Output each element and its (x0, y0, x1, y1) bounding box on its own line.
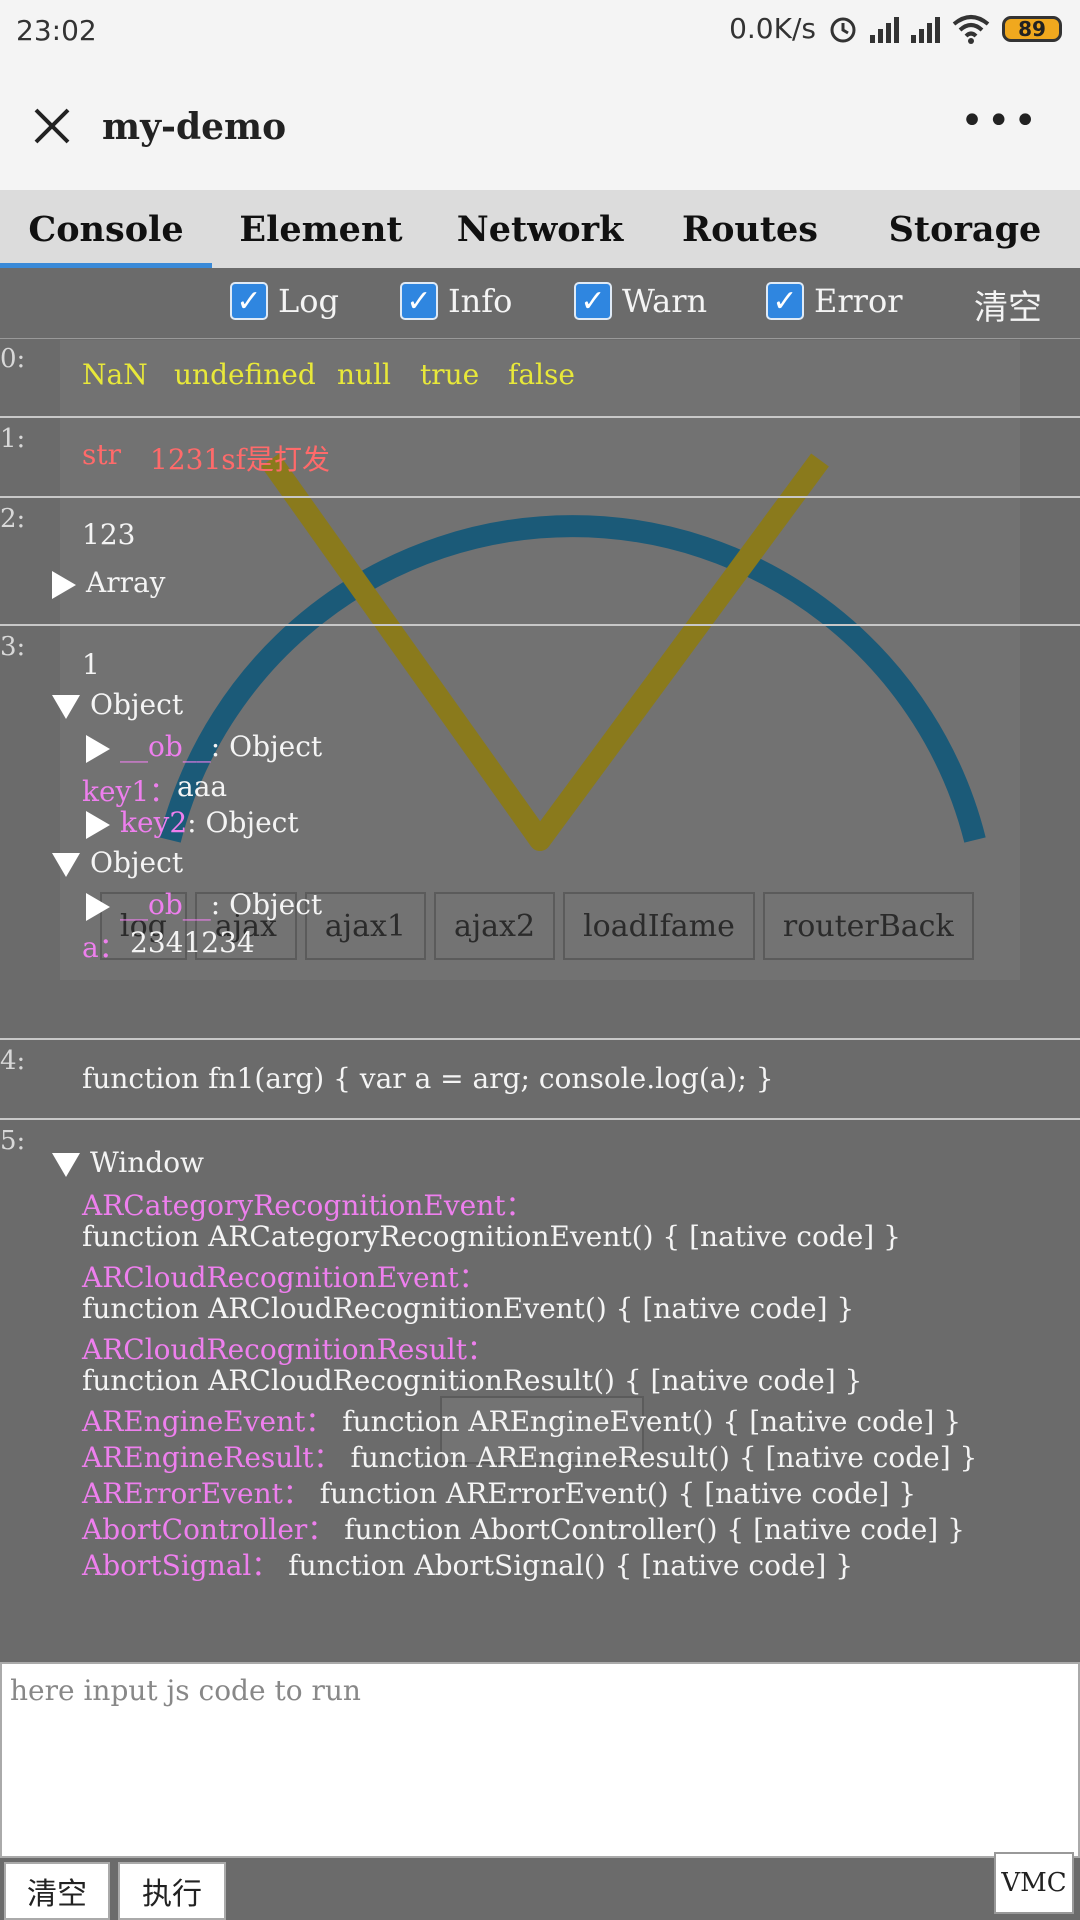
key1-label: key1： (82, 775, 178, 808)
tree-node-ob[interactable]: __ob__: Object (86, 730, 322, 763)
entry-index: 3: (0, 632, 26, 662)
js-code-input[interactable] (0, 1662, 1080, 1858)
object-label: Object (90, 688, 184, 721)
entry-index: 5: (0, 1126, 26, 1156)
value-number: 1 (82, 648, 100, 681)
property-key: ARCloudRecognitionResult： (82, 1333, 495, 1366)
window-label: Window (90, 1146, 205, 1179)
tree-node-window[interactable]: Window (52, 1146, 204, 1179)
value-null: null (337, 358, 391, 391)
property-key: ARErrorEvent： (82, 1477, 311, 1510)
value-number: 123 (82, 518, 136, 551)
entry-index: 2: (0, 504, 26, 534)
property-key: AbortController： (82, 1513, 336, 1546)
tree-node-array[interactable]: Array (52, 566, 166, 599)
console-entry: 1: str 1231sf是打发 (0, 416, 1080, 496)
property-row: AbortSignal： function AbortSignal() { [n… (82, 1544, 853, 1584)
console-entry: 3: 1 Object __ob__: Object key1： aaa key… (0, 624, 1080, 1038)
tree-node-object[interactable]: Object (52, 846, 183, 879)
tree-node-key2[interactable]: key2: Object (86, 806, 299, 839)
tree-node-object[interactable]: Object (52, 688, 183, 721)
property-value: function AbortController() { [native cod… (344, 1513, 965, 1546)
property-key: ARCloudRecognitionEvent： (82, 1261, 487, 1294)
value-string-label: str (82, 438, 122, 471)
console-entry: 5: Window ARCategoryRecognitionEvent： fu… (0, 1118, 1080, 1662)
value-true: true (420, 358, 480, 391)
ob-value: : Object (210, 730, 323, 763)
property-row: ARErrorEvent： function ARErrorEvent() { … (82, 1472, 916, 1512)
entry-index: 4: (0, 1046, 26, 1076)
property-value: function ARCategoryRecognitionEvent() { … (82, 1220, 901, 1253)
collapse-arrow-icon[interactable] (52, 1152, 80, 1177)
property-row: AREngineEvent： function AREngineEvent() … (82, 1400, 961, 1440)
key2-label: key2 (120, 806, 188, 839)
key1-value: aaa (177, 770, 228, 803)
ob-key: __ob__ (120, 730, 211, 763)
property-value: function ARCloudRecognitionResult() { [n… (82, 1364, 863, 1397)
value-nan: NaN (82, 358, 148, 391)
property-value: function ARErrorEvent() { [native code] … (319, 1477, 917, 1510)
value-undefined: undefined (174, 358, 316, 391)
collapse-arrow-icon[interactable] (52, 694, 80, 719)
ob-key: __ob__ (120, 888, 211, 921)
console-entry: 4: function fn1(arg) { var a = arg; cons… (0, 1038, 1080, 1118)
property-value: function AREngineEvent() { [native code]… (342, 1405, 962, 1438)
value-string: 1231sf是打发 (150, 443, 330, 476)
property-value: function AREngineResult() { [native code… (350, 1441, 978, 1474)
expand-arrow-icon[interactable] (86, 810, 110, 839)
property-key: AbortSignal： (82, 1549, 280, 1582)
expand-arrow-icon[interactable] (86, 734, 110, 763)
key2-value: : Object (187, 806, 299, 839)
vmc-toggle-button[interactable]: VMC (994, 1852, 1074, 1914)
property-value: function AbortSignal() { [native code] } (288, 1549, 854, 1582)
value-false: false (508, 358, 575, 391)
property-key: ARCategoryRecognitionEvent： (82, 1189, 534, 1222)
a-value: 2341234 (130, 926, 255, 959)
bottom-bar: 清空 执行 (0, 1858, 1080, 1920)
property-row: AbortController： function AbortControlle… (82, 1508, 965, 1548)
expand-arrow-icon[interactable] (52, 570, 76, 599)
run-button[interactable]: 执行 (118, 1862, 226, 1920)
clear-input-button[interactable]: 清空 (4, 1862, 110, 1920)
expand-arrow-icon[interactable] (86, 892, 110, 921)
array-label: Array (86, 566, 166, 599)
ob-value: : Object (210, 888, 323, 921)
console-output: 0: NaN undefined null true false 1: str … (0, 338, 1080, 1662)
property-row: AREngineResult： function AREngineResult(… (82, 1436, 977, 1476)
a-key-label: a： (82, 931, 127, 964)
property-key: AREngineEvent： (82, 1405, 334, 1438)
entry-index: 0: (0, 344, 26, 374)
console-entry: 0: NaN undefined null true false (0, 338, 1080, 416)
property-value: function ARCloudRecognitionEvent() { [na… (82, 1292, 855, 1325)
property-key: AREngineResult： (82, 1441, 342, 1474)
entry-index: 1: (0, 424, 26, 454)
object-label: Object (90, 846, 184, 879)
collapse-arrow-icon[interactable] (52, 852, 80, 877)
tree-node-ob[interactable]: __ob__: Object (86, 888, 322, 921)
function-value: function fn1(arg) { var a = arg; console… (82, 1062, 774, 1095)
console-entry: 2: 123 Array (0, 496, 1080, 624)
